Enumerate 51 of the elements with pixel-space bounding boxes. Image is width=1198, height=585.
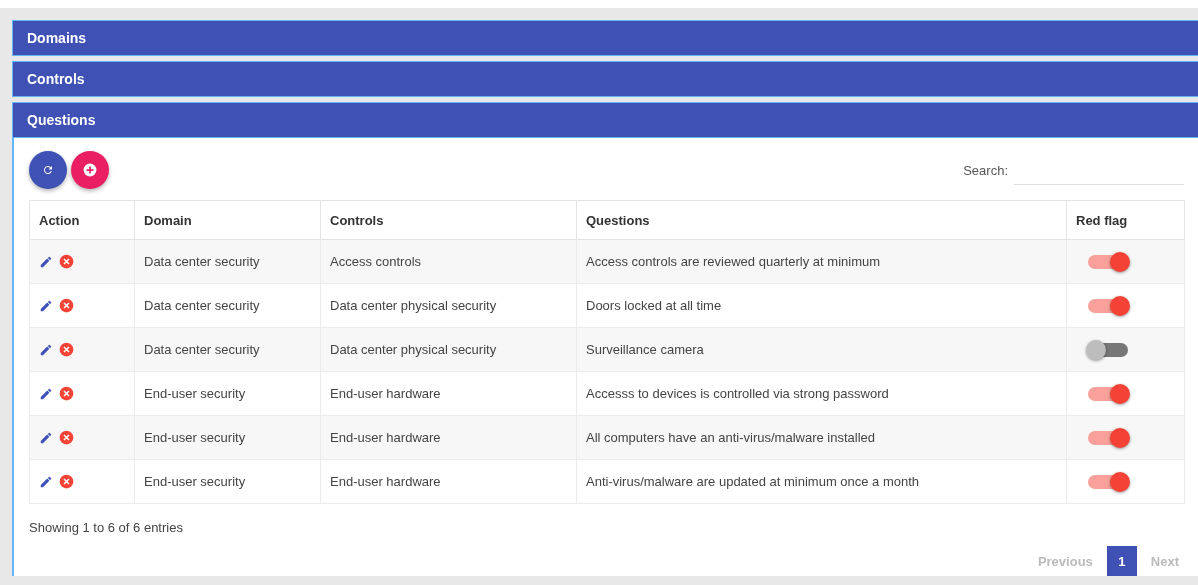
delete-icon[interactable]: [59, 254, 74, 269]
table-cell: Access controls are reviewed quarterly at minimum: [576, 239, 1067, 284]
edit-icon[interactable]: [39, 474, 53, 489]
table-cell: Accesss to devices is controlled via strong password: [576, 371, 1067, 416]
table-cell: All computers have an anti-virus/malware installed: [576, 415, 1067, 460]
table-cell: Access controls: [320, 239, 577, 284]
table-cell: End-user security: [134, 415, 321, 460]
column-header: Controls: [320, 200, 577, 240]
column-header: Questions: [576, 200, 1067, 240]
flag-toggle[interactable]: [1088, 430, 1128, 445]
flag-toggle[interactable]: [1088, 386, 1128, 401]
table-cell: Doors locked at all time: [576, 283, 1067, 328]
table-cell: Data center security: [134, 327, 321, 372]
column-header: Action: [29, 200, 135, 240]
table-cell: Surveillance camera: [576, 327, 1067, 372]
add-button[interactable]: [71, 151, 109, 189]
delete-icon[interactable]: [59, 430, 74, 445]
flag-toggle[interactable]: [1088, 254, 1128, 269]
table-cell: End-user security: [134, 371, 321, 416]
flag-toggle[interactable]: [1088, 298, 1128, 313]
delete-icon[interactable]: [59, 474, 74, 489]
table-cell: Anti-virus/malware are updated at minimum once a month: [576, 459, 1067, 504]
panel-header[interactable]: Controls: [12, 61, 1198, 97]
column-header: Domain: [134, 200, 321, 240]
plus-circle-icon: [83, 163, 97, 177]
panel-header[interactable]: Domains: [12, 20, 1198, 56]
table-cell: Data center security: [134, 239, 321, 284]
edit-icon[interactable]: [39, 386, 53, 401]
refresh-icon: [42, 164, 54, 176]
delete-icon[interactable]: [59, 298, 74, 313]
edit-icon[interactable]: [39, 430, 53, 445]
edit-icon[interactable]: [39, 254, 53, 269]
refresh-button[interactable]: [29, 151, 67, 189]
search-label: Search:: [963, 162, 1008, 178]
flag-toggle[interactable]: [1088, 474, 1128, 489]
column-header: Red flag: [1066, 200, 1185, 240]
table-cell: Data center security: [134, 283, 321, 328]
table-cell: End-user hardware: [320, 371, 577, 416]
delete-icon[interactable]: [59, 342, 74, 357]
delete-icon[interactable]: [59, 386, 74, 401]
page-button[interactable]: 1: [1106, 546, 1137, 576]
edit-icon[interactable]: [39, 298, 53, 313]
table-cell: End-user hardware: [320, 459, 577, 504]
edit-icon[interactable]: [39, 342, 53, 357]
table-cell: Data center physical security: [320, 283, 577, 328]
entries-info: Showing 1 to 6 of 6 entries: [29, 520, 183, 535]
panel-header[interactable]: Questions: [12, 102, 1198, 138]
table-cell: Data center physical security: [320, 327, 577, 372]
table-cell: End-user hardware: [320, 415, 577, 460]
flag-toggle[interactable]: [1088, 342, 1128, 357]
table-cell: End-user security: [134, 459, 321, 504]
